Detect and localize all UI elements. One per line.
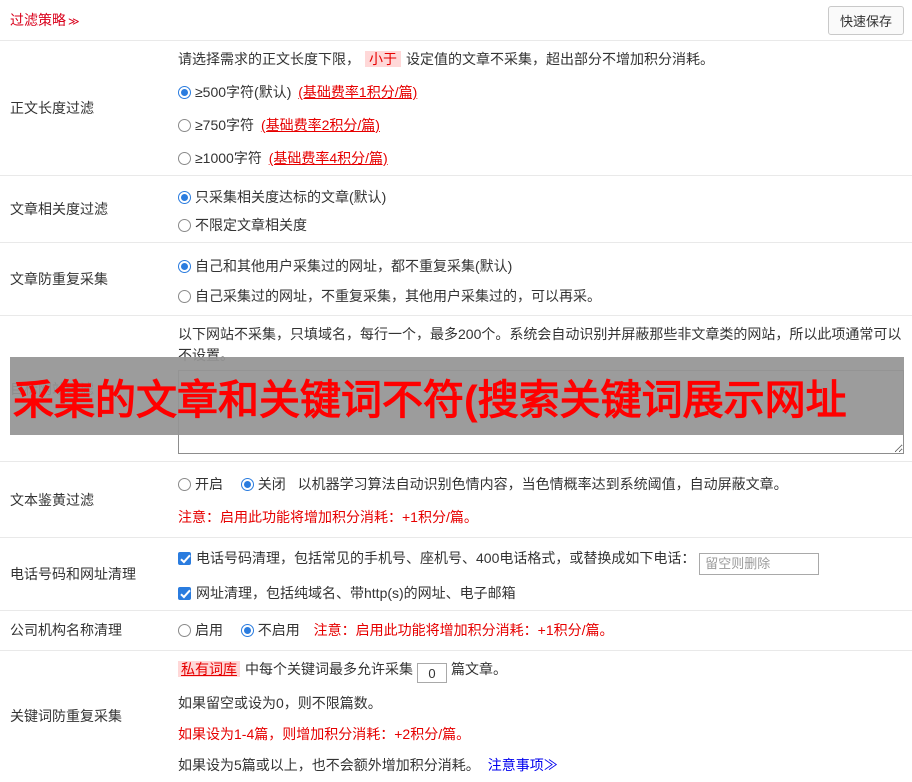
dedup-option-all-users-label[interactable]: 自己和其他用户采集过的网址，都不重复采集(默认) [195, 258, 512, 274]
radio-porn-on[interactable] [178, 478, 191, 491]
dedup-filter-content: 自己和其他用户采集过的网址，都不重复采集(默认) 自己采集过的网址，不重复采集，… [178, 243, 912, 315]
page-title-text: 过滤策略 [10, 12, 66, 28]
row-label-relevance-filter: 文章相关度过滤 [0, 176, 178, 242]
keyword-dedup-line1: 私有词库中每个关键词最多允许采集 篇文章。 [178, 659, 904, 684]
porn-on-label[interactable]: 开启 [195, 476, 223, 492]
row-label-porn-filter: 文本鉴黄过滤 [0, 462, 178, 537]
relevance-filter-content: 只采集相关度达标的文章(默认) 不限定文章相关度 [178, 176, 912, 242]
radio-dedup-self-only[interactable] [178, 290, 191, 303]
row-label-dedup-filter: 文章防重复采集 [0, 243, 178, 315]
radio-relevance-strict[interactable] [178, 191, 191, 204]
filter-strategy-page: 过滤策略≫ 快速保存 正文长度过滤 请选择需求的正文长度下限， 小于设定值的文章不… [0, 0, 912, 768]
row-company-clean: 公司机构名称清理 启用 不启用 注意：启用此功能将增加积分消耗：+1积分/篇。 [0, 611, 912, 651]
row-dedup-filter: 文章防重复采集 自己和其他用户采集过的网址，都不重复采集(默认) 自己采集过的网… [0, 243, 912, 316]
relevance-option-any[interactable]: 不限定文章相关度 [178, 215, 904, 236]
notes-link[interactable]: 注意事项≫ [488, 757, 558, 773]
keyword-dedup-line4: 如果设为5篇或以上，也不会额外增加积分消耗。注意事项≫ [178, 755, 904, 776]
intro-pre: 请选择需求的正文长度下限， [178, 51, 360, 67]
phone-url-clean-content: 电话号码清理，包括常见的手机号、座机号、400电话格式，或替换成如下电话： 网址… [178, 538, 912, 610]
url-clean-label[interactable]: 网址清理，包括纯域名、带http(s)的网址、电子邮箱 [196, 585, 516, 601]
phone-clean-line: 电话号码清理，包括常见的手机号、座机号、400电话格式，或替换成如下电话： [178, 548, 904, 575]
radio-relevance-any[interactable] [178, 219, 191, 232]
quick-save-button[interactable]: 快速保存 [828, 6, 904, 35]
keyword-dedup-line1-mid: 中每个关键词最多允许采集 [245, 661, 413, 677]
porn-filter-desc: 以机器学习算法自动识别色情内容，当色情概率达到系统阈值，自动屏蔽文章。 [298, 476, 788, 492]
company-enable-label[interactable]: 启用 [195, 622, 223, 638]
length-option-750-label[interactable]: ≥750字符 [195, 117, 258, 133]
row-keyword-dedup: 关键词防重复采集 私有词库中每个关键词最多允许采集 篇文章。 如果留空或设为0，则… [0, 651, 912, 782]
radio-750-chars[interactable] [178, 119, 191, 132]
keyword-dedup-line1-post: 篇文章。 [451, 661, 507, 677]
length-filter-content: 请选择需求的正文长度下限， 小于设定值的文章不采集，超出部分不增加积分消耗。 ≥5… [178, 41, 912, 175]
row-length-filter: 正文长度过滤 请选择需求的正文长度下限， 小于设定值的文章不采集，超出部分不增加积… [0, 41, 912, 176]
company-clean-content: 启用 不启用 注意：启用此功能将增加积分消耗：+1积分/篇。 [178, 611, 912, 650]
checkbox-url-clean[interactable] [178, 587, 191, 600]
radio-dedup-all-users[interactable] [178, 260, 191, 273]
keyword-dedup-line4-text: 如果设为5篇或以上，也不会额外增加积分消耗。 [178, 757, 480, 773]
length-option-500-fee: (基础费率1积分/篇) [298, 84, 417, 100]
row-label-phone-url-clean: 电话号码和网址清理 [0, 538, 178, 610]
company-clean-note: 注意：启用此功能将增加积分消耗：+1积分/篇。 [314, 622, 614, 638]
chevron-double-icon[interactable]: ≫ [68, 16, 80, 28]
relevance-option-strict[interactable]: 只采集相关度达标的文章(默认) [178, 187, 904, 208]
phone-clean-label[interactable]: 电话号码清理，包括常见的手机号、座机号、400电话格式，或替换成如下电话： [196, 550, 695, 566]
length-option-1000[interactable]: ≥1000字符 (基础费率4积分/篇) [178, 148, 904, 169]
row-phone-url-clean: 电话号码和网址清理 电话号码清理，包括常见的手机号、座机号、400电话格式，或替… [0, 538, 912, 611]
radio-company-disable[interactable] [241, 624, 254, 637]
relevance-option-strict-label[interactable]: 只采集相关度达标的文章(默认) [195, 189, 386, 205]
dedup-option-all-users[interactable]: 自己和其他用户采集过的网址，都不重复采集(默认) [178, 256, 904, 277]
radio-porn-off[interactable] [241, 478, 254, 491]
porn-filter-note: 注意：启用此功能将增加积分消耗：+1积分/篇。 [178, 507, 904, 528]
porn-filter-content: 开启 关闭 以机器学习算法自动识别色情内容，当色情概率达到系统阈值，自动屏蔽文章… [178, 462, 912, 537]
keyword-dedup-line2: 如果留空或设为0，则不限篇数。 [178, 693, 904, 714]
length-option-1000-label[interactable]: ≥1000字符 [195, 150, 266, 166]
row-relevance-filter: 文章相关度过滤 只采集相关度达标的文章(默认) 不限定文章相关度 [0, 176, 912, 243]
company-disable-label[interactable]: 不启用 [258, 622, 300, 638]
checkbox-phone-clean[interactable] [178, 552, 191, 565]
row-porn-filter: 文本鉴黄过滤 开启 关闭 以机器学习算法自动识别色情内容，当色情概率达到系统阈值… [0, 462, 912, 538]
intro-post: 设定值的文章不采集，超出部分不增加积分消耗。 [406, 51, 714, 67]
radio-company-enable[interactable] [178, 624, 191, 637]
length-option-500-label[interactable]: ≥500字符(默认) [195, 84, 295, 100]
intro-highlight: 小于 [365, 51, 401, 67]
keyword-dedup-content: 私有词库中每个关键词最多允许采集 篇文章。 如果留空或设为0，则不限篇数。 如果设… [178, 651, 912, 782]
overlay-banner-text: 采集的文章和关键词不符(搜索关键词展示网址 [10, 366, 847, 426]
length-option-750-fee: (基础费率2积分/篇) [261, 117, 380, 133]
length-option-750[interactable]: ≥750字符 (基础费率2积分/篇) [178, 115, 904, 136]
keyword-max-count-input[interactable] [417, 663, 447, 683]
row-label-company-clean: 公司机构名称清理 [0, 611, 178, 650]
topbar: 过滤策略≫ 快速保存 [0, 0, 912, 41]
keyword-dedup-line3: 如果设为1-4篇，则增加积分消耗：+2积分/篇。 [178, 724, 904, 745]
radio-1000-chars[interactable] [178, 152, 191, 165]
porn-filter-options: 开启 关闭 以机器学习算法自动识别色情内容，当色情概率达到系统阈值，自动屏蔽文章… [178, 474, 904, 495]
phone-replacement-input[interactable] [699, 553, 819, 575]
length-filter-intro: 请选择需求的正文长度下限， 小于设定值的文章不采集，超出部分不增加积分消耗。 [178, 49, 904, 70]
overlay-banner: 采集的文章和关键词不符(搜索关键词展示网址 [10, 357, 904, 435]
length-option-500[interactable]: ≥500字符(默认) (基础费率1积分/篇) [178, 82, 904, 103]
page-title: 过滤策略≫ [10, 10, 80, 30]
dedup-option-self-only[interactable]: 自己采集过的网址，不重复采集，其他用户采集过的，可以再采。 [178, 286, 904, 307]
url-clean-line: 网址清理，包括纯域名、带http(s)的网址、电子邮箱 [178, 583, 904, 604]
relevance-option-any-label[interactable]: 不限定文章相关度 [195, 217, 307, 233]
porn-off-label[interactable]: 关闭 [258, 476, 286, 492]
radio-500-chars[interactable] [178, 86, 191, 99]
dedup-option-self-only-label[interactable]: 自己采集过的网址，不重复采集，其他用户采集过的，可以再采。 [195, 288, 601, 304]
row-label-keyword-dedup: 关键词防重复采集 [0, 651, 178, 782]
length-option-1000-fee: (基础费率4积分/篇) [269, 150, 388, 166]
row-label-length-filter: 正文长度过滤 [0, 41, 178, 175]
private-lexicon-link[interactable]: 私有词库 [178, 661, 240, 677]
